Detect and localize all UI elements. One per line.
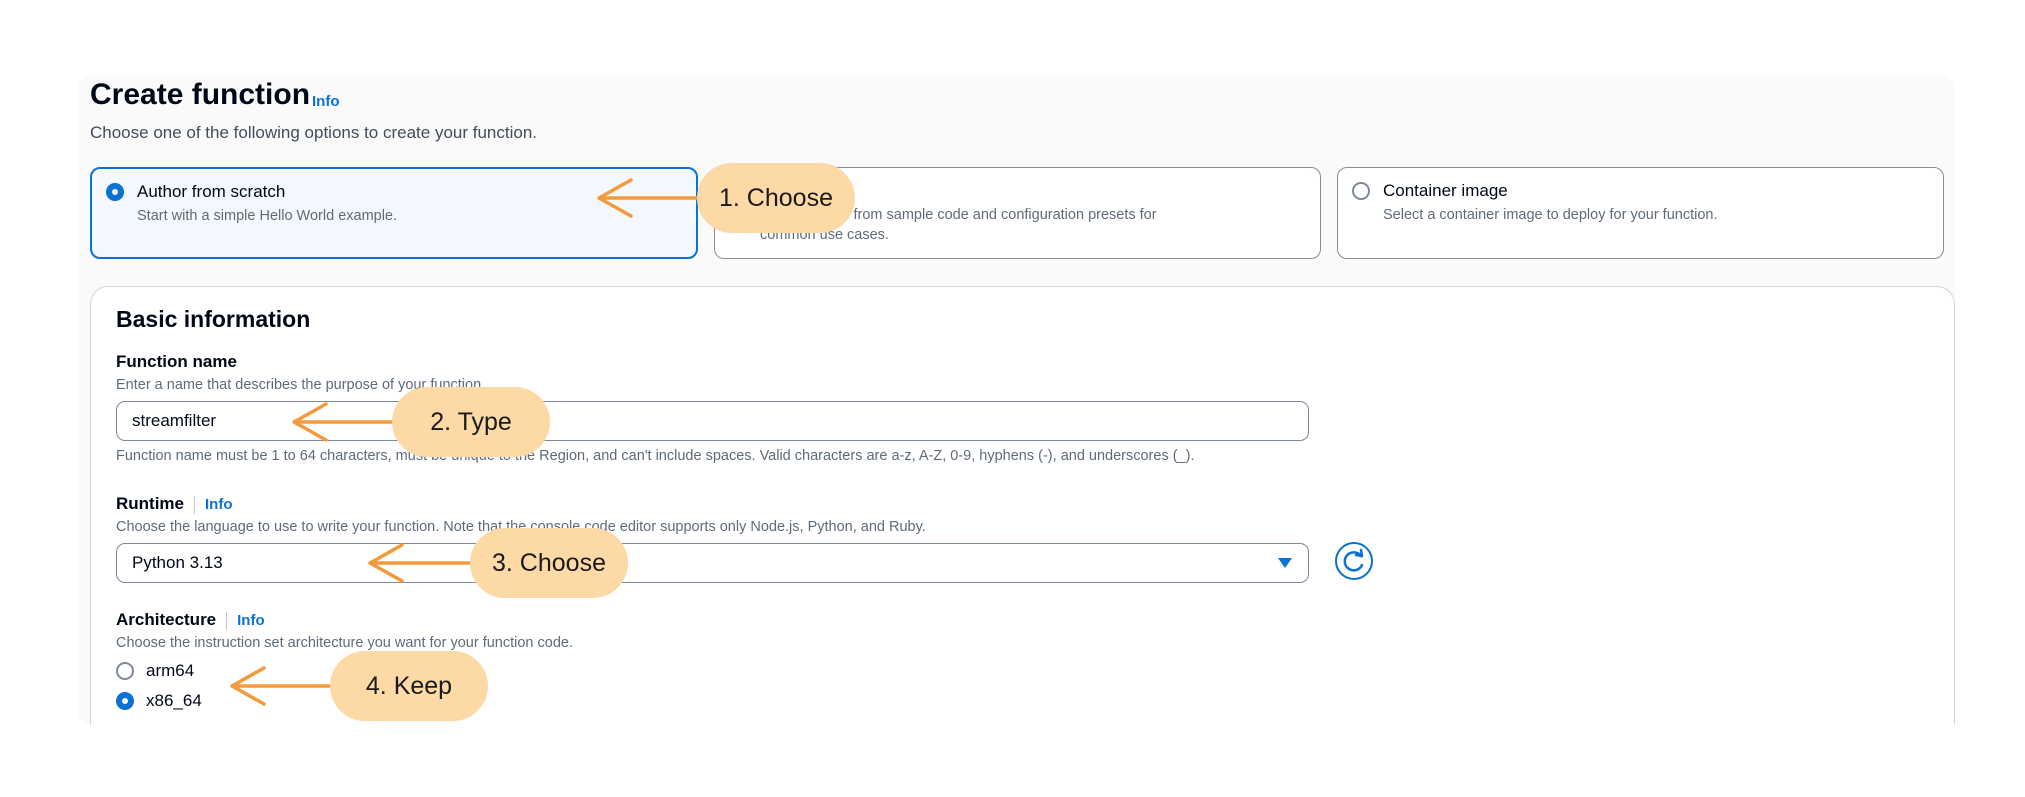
runtime-select[interactable]: Python 3.13 [116, 543, 1309, 583]
option-description: Select a container image to deploy for y… [1383, 207, 1718, 223]
runtime-info-link[interactable]: Info [205, 496, 233, 513]
arrow-left-icon [230, 666, 340, 706]
architecture-label: Architecture [116, 610, 217, 629]
function-name-label: Function name [116, 352, 237, 371]
arrow-left-icon [597, 178, 707, 218]
radio-icon[interactable] [106, 183, 124, 201]
option-title: Author from scratch [137, 182, 286, 201]
page-subtitle: Choose one of the following options to c… [90, 123, 538, 142]
arrow-left-icon [368, 543, 478, 583]
architecture-info-link[interactable]: Info [237, 612, 265, 629]
runtime-value: Python 3.13 [132, 553, 223, 572]
architecture-label-row: Architecture Info [116, 610, 265, 630]
refresh-icon[interactable] [1335, 542, 1373, 580]
architecture-hint: Choose the instruction set architecture … [116, 635, 573, 651]
section-title: Basic information [116, 306, 311, 332]
option-description: Start with a simple Hello World example. [137, 208, 398, 224]
page-title: Create function [90, 78, 311, 111]
radio-icon[interactable] [116, 662, 134, 680]
callout-step-3: 3. Choose [470, 528, 628, 598]
architecture-option-arm64[interactable]: arm64 [146, 661, 194, 681]
dropdown-caret-icon [1278, 558, 1292, 568]
runtime-label-row: Runtime Info [116, 494, 233, 514]
runtime-label: Runtime [116, 494, 184, 513]
arrow-left-icon [292, 402, 402, 442]
callout-step-4: 4. Keep [330, 651, 488, 721]
architecture-option-x86-64[interactable]: x86_64 [146, 691, 202, 711]
radio-icon[interactable] [116, 692, 134, 710]
option-container-image[interactable]: Container image Select a container image… [1337, 167, 1944, 259]
title-info-link[interactable]: Info [312, 93, 340, 110]
bottom-whitespace [0, 724, 2025, 797]
callout-step-1: 1. Choose [697, 163, 855, 233]
radio-icon[interactable] [1352, 182, 1370, 200]
callout-step-2: 2. Type [392, 387, 550, 457]
option-title: Container image [1383, 181, 1508, 200]
function-name-constraint: Function name must be 1 to 64 characters… [116, 448, 1195, 464]
function-name-value: streamfilter [132, 411, 217, 430]
